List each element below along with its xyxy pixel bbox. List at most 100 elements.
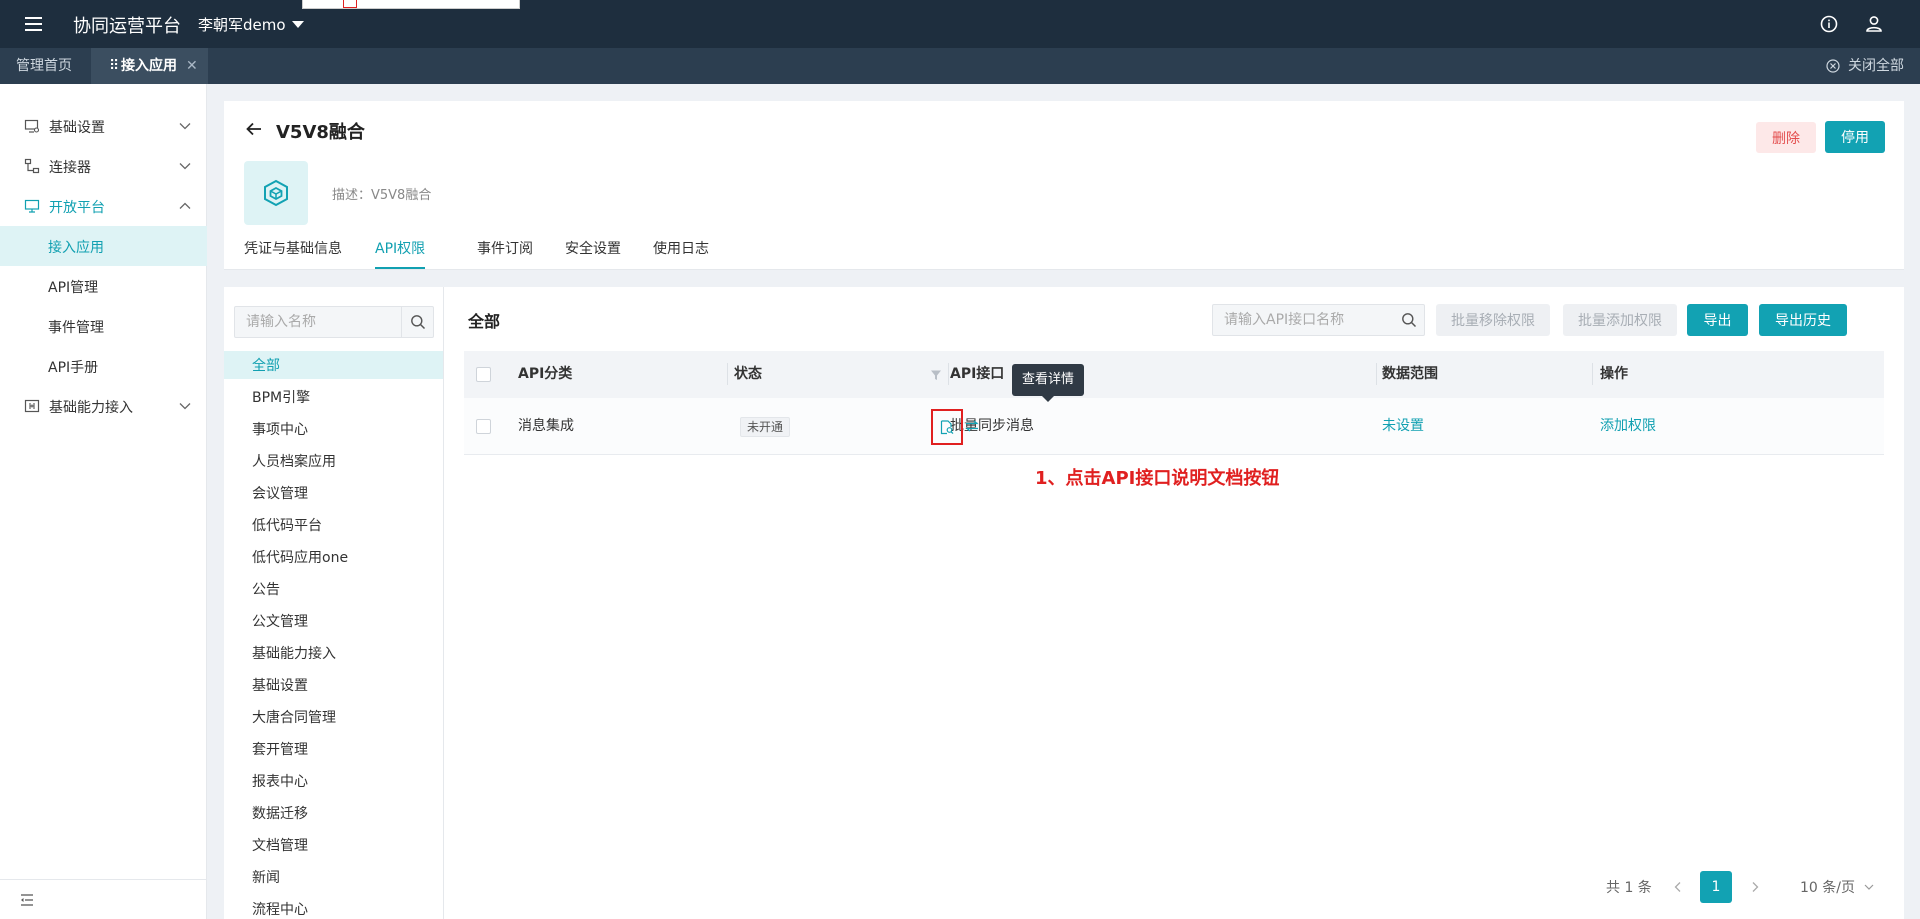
close-tab-icon[interactable]: ✕ — [186, 48, 198, 84]
highlight-mark — [343, 0, 357, 8]
sidebar-subitem-api-manual[interactable]: API手册 — [0, 346, 207, 386]
category-item[interactable]: 流程中心 — [224, 895, 443, 919]
category-item[interactable]: 基础能力接入 — [224, 639, 443, 667]
category-item[interactable]: BPM引擎 — [224, 383, 443, 411]
sidebar-subitem-label: 接入应用 — [48, 240, 104, 256]
select-all-checkbox[interactable] — [476, 367, 491, 382]
column-divider — [1592, 363, 1593, 385]
disable-button[interactable]: 停用 — [1825, 121, 1885, 153]
category-item[interactable]: 文档管理 — [224, 831, 443, 859]
data-scope-link[interactable]: 未设置 — [1382, 398, 1424, 455]
caret-down-icon — [291, 21, 304, 28]
info-icon[interactable] — [1818, 13, 1840, 35]
chevron-left-icon[interactable] — [1672, 881, 1684, 893]
api-search-input[interactable] — [1213, 305, 1393, 335]
category-item-label: 低代码平台 — [252, 518, 322, 534]
sidebar-subitem-access-app[interactable]: 接入应用 — [0, 226, 207, 266]
sidebar-item-basic-capability[interactable]: 基础能力接入 — [0, 386, 207, 426]
category-item[interactable]: 人员档案应用 — [224, 447, 443, 475]
batch-remove-button[interactable]: 批量移除权限 — [1436, 304, 1550, 336]
tab-access-app[interactable]: ⠿ 接入应用 ✕ — [91, 48, 208, 84]
column-divider — [1376, 363, 1377, 385]
chevron-down-icon — [179, 123, 191, 130]
category-item[interactable]: 数据迁移 — [224, 799, 443, 827]
api-doc-button[interactable] — [931, 409, 963, 445]
sidebar-item-open-platform[interactable]: 开放平台 — [0, 186, 207, 226]
chevron-right-icon[interactable] — [1749, 881, 1761, 893]
category-item[interactable]: 低代码应用one — [224, 543, 443, 571]
cell-api-category: 消息集成 — [518, 418, 574, 434]
sidebar-item-basic-settings[interactable]: 基础设置 — [0, 106, 207, 146]
tab-label: 接入应用 — [121, 58, 177, 74]
export-history-button[interactable]: 导出历史 — [1759, 304, 1847, 336]
collapse-sidebar-icon[interactable] — [20, 894, 34, 906]
page-size-label: 10 条/页 — [1800, 880, 1855, 896]
chevron-down-icon — [1864, 884, 1874, 890]
category-item-label: 基础设置 — [252, 678, 308, 694]
category-search-input[interactable] — [235, 307, 401, 337]
top-bar: 协同运营平台 李朝军demo — [0, 0, 1920, 48]
chevron-down-icon — [179, 163, 191, 170]
sidebar-item-connector[interactable]: 连接器 — [0, 146, 207, 186]
platform-title: 协同运营平台 — [73, 16, 181, 37]
column-api-category: API分类 — [518, 366, 573, 382]
app-header-card: V5V8融合 描述：V5V8融合 删除 停用 凭证与基础信息 API权限 事件订… — [224, 101, 1904, 270]
tab-event-subscription[interactable]: 事件订阅 — [477, 238, 533, 269]
sync-icon[interactable] — [965, 419, 979, 433]
category-item[interactable]: 基础设置 — [224, 671, 443, 699]
category-item-label: 大唐合同管理 — [252, 710, 336, 726]
category-item[interactable]: 套开管理 — [224, 735, 443, 763]
back-arrow-icon[interactable] — [244, 119, 264, 139]
page-size-select[interactable]: 10 条/页 — [1800, 877, 1875, 897]
tab-home[interactable]: 管理首页 — [16, 48, 72, 84]
category-item[interactable]: 事项中心 — [224, 415, 443, 443]
hamburger-menu-icon[interactable] — [22, 12, 46, 36]
app-logo — [244, 161, 308, 225]
tab-security-settings[interactable]: 安全设置 — [565, 238, 621, 269]
column-divider — [948, 363, 949, 385]
batch-add-button[interactable]: 批量添加权限 — [1563, 304, 1677, 336]
category-panel: 全部 BPM引擎事项中心人员档案应用会议管理低代码平台低代码应用one 公告公文管理… — [224, 287, 444, 919]
column-divider — [727, 363, 728, 385]
pagination-page-current[interactable]: 1 — [1700, 871, 1732, 903]
category-item[interactable]: 公告 — [224, 575, 443, 603]
list-title: 全部 — [468, 312, 501, 331]
add-permission-link[interactable]: 添加权限 — [1600, 398, 1656, 455]
category-item-label: 流程中心 — [252, 902, 308, 918]
filter-icon[interactable] — [930, 369, 942, 381]
user-switcher[interactable]: 李朝军demo — [198, 14, 304, 35]
category-item[interactable]: 低代码平台 — [224, 511, 443, 539]
category-item[interactable]: 公文管理 — [224, 607, 443, 635]
pagination-total: 共 1 条 — [1606, 880, 1652, 896]
sidebar-subitem-event-management[interactable]: 事件管理 — [0, 306, 207, 346]
column-api-interface: API接口 — [950, 366, 1005, 382]
user-profile-icon[interactable] — [1863, 13, 1885, 35]
close-all-button[interactable]: 关闭全部 — [1826, 48, 1904, 84]
sidebar-subitem-label: API管理 — [48, 280, 99, 296]
api-search — [1212, 304, 1425, 336]
sidebar-item-label: 开放平台 — [49, 200, 105, 216]
row-checkbox[interactable] — [476, 419, 491, 434]
sidebar-item-label: 连接器 — [49, 160, 91, 176]
category-item-label: 公告 — [252, 582, 280, 598]
category-item[interactable]: 报表中心 — [224, 767, 443, 795]
category-item[interactable]: 会议管理 — [224, 479, 443, 507]
api-search-button[interactable] — [1393, 305, 1424, 335]
category-item[interactable]: 大唐合同管理 — [224, 703, 443, 731]
category-item[interactable]: 新闻 — [224, 863, 443, 891]
table-row: 消息集成 未开通 批量同步消息 未设置 添加权限 — [464, 398, 1884, 455]
export-button[interactable]: 导出 — [1687, 304, 1748, 336]
category-item-label: 事项中心 — [252, 422, 308, 438]
column-status: 状态 — [734, 366, 762, 382]
category-search-button[interactable] — [401, 307, 433, 337]
category-item[interactable]: 全部 — [224, 351, 443, 379]
sidebar-subitem-api-management[interactable]: API管理 — [0, 266, 207, 306]
category-item-label: 基础能力接入 — [252, 646, 336, 662]
tab-credentials[interactable]: 凭证与基础信息 — [244, 238, 342, 269]
drag-handle-icon[interactable]: ⠿ — [109, 48, 119, 84]
instruction-annotation: 1、点击API接口说明文档按钮 — [1035, 468, 1280, 489]
sidebar: 基础设置 连接器 开放平台 接入应用 API管理 事件管理 API手册 基础能力… — [0, 84, 207, 919]
delete-button[interactable]: 删除 — [1756, 122, 1816, 153]
tab-api-permissions[interactable]: API权限 — [375, 238, 426, 269]
tab-usage-logs[interactable]: 使用日志 — [653, 238, 709, 269]
